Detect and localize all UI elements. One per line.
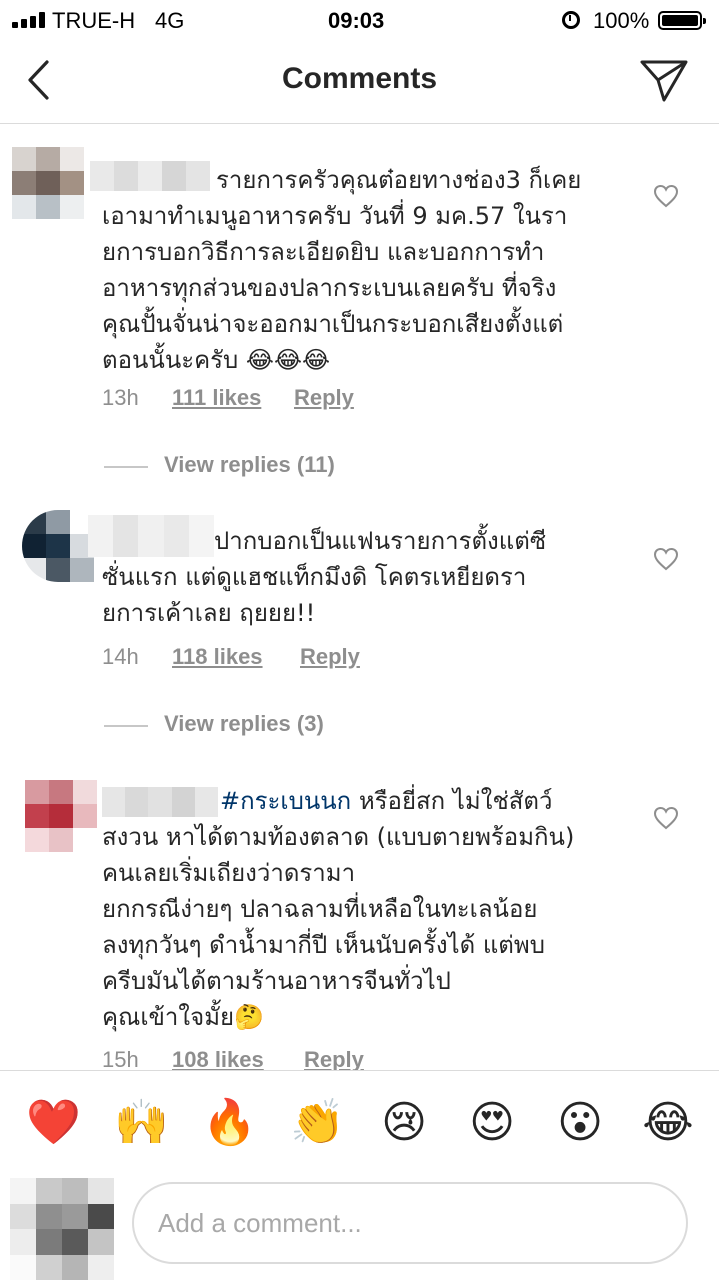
- hashtag-link[interactable]: #กระเบนนก: [220, 787, 351, 815]
- add-comment-input[interactable]: [132, 1182, 688, 1264]
- tears-of-joy-emoji-button[interactable]: 😂: [642, 1097, 694, 1149]
- heart-eyes-emoji-button[interactable]: 😍: [466, 1097, 518, 1149]
- red-heart-emoji-button[interactable]: ❤️: [26, 1097, 81, 1149]
- raising-hands-emoji-button[interactable]: 🙌: [114, 1097, 169, 1149]
- likes-count[interactable]: 118 likes: [172, 644, 263, 670]
- battery-icon: [658, 11, 706, 30]
- likes-count[interactable]: 111 likes: [172, 385, 261, 411]
- emoji-quick-bar: ❤️ 🙌 🔥 👏 😢 😍 😮 😂: [0, 1070, 719, 1174]
- fire-emoji-button[interactable]: 🔥: [202, 1097, 257, 1149]
- view-replies-button[interactable]: View replies (3): [104, 711, 364, 741]
- crying-face-emoji-button[interactable]: 😢: [378, 1097, 430, 1149]
- header: Comments: [0, 40, 719, 124]
- comment-text: #กระเบนนก หรือยี่สก ไม่ใช่สัตว์ สงวน หาไ…: [102, 787, 575, 1031]
- reply-button[interactable]: Reply: [304, 1047, 364, 1070]
- divider: [104, 466, 148, 468]
- comment-time: 13h: [102, 385, 139, 410]
- comment-text: ปากบอกเป็นแฟนรายการตั้งแต่ซี ซั่นแรก แต่…: [102, 527, 547, 627]
- reply-button[interactable]: Reply: [294, 385, 354, 411]
- surprised-face-emoji-button[interactable]: 😮: [554, 1097, 606, 1149]
- signal-strength-icon: [12, 12, 48, 28]
- page-title: Comments: [281, 62, 438, 95]
- commenter-avatar[interactable]: [25, 780, 97, 852]
- commenter-avatar[interactable]: [12, 147, 84, 219]
- comments-list: รายการครัวคุณต๋อยทางช่อง3 ก็เคย เอามาทำเ…: [0, 125, 719, 1070]
- view-replies-button[interactable]: View replies (11): [104, 452, 364, 482]
- comment-text: รายการครัวคุณต๋อยทางช่อง3 ก็เคย เอามาทำเ…: [102, 166, 582, 374]
- heart-icon[interactable]: [653, 184, 679, 208]
- paper-plane-icon[interactable]: [638, 56, 690, 104]
- carrier-name: TRUE-H: [52, 8, 136, 33]
- comment-time: 14h: [102, 644, 139, 669]
- reply-button[interactable]: Reply: [300, 644, 360, 670]
- likes-count[interactable]: 108 likes: [172, 1047, 264, 1070]
- divider: [104, 725, 148, 727]
- heart-icon[interactable]: [653, 547, 679, 571]
- alarm-icon: [562, 11, 580, 29]
- comment-time: 15h: [102, 1047, 139, 1070]
- network-type: 4G: [155, 8, 185, 33]
- status-time: 09:03: [328, 8, 385, 33]
- commenter-avatar[interactable]: [22, 510, 94, 582]
- battery-percentage: 100%: [593, 8, 650, 33]
- status-bar: TRUE-H 4G 09:03 100%: [0, 0, 719, 40]
- current-user-avatar: [10, 1178, 114, 1280]
- clapping-hands-emoji-button[interactable]: 👏: [290, 1097, 345, 1149]
- heart-icon[interactable]: [653, 806, 679, 830]
